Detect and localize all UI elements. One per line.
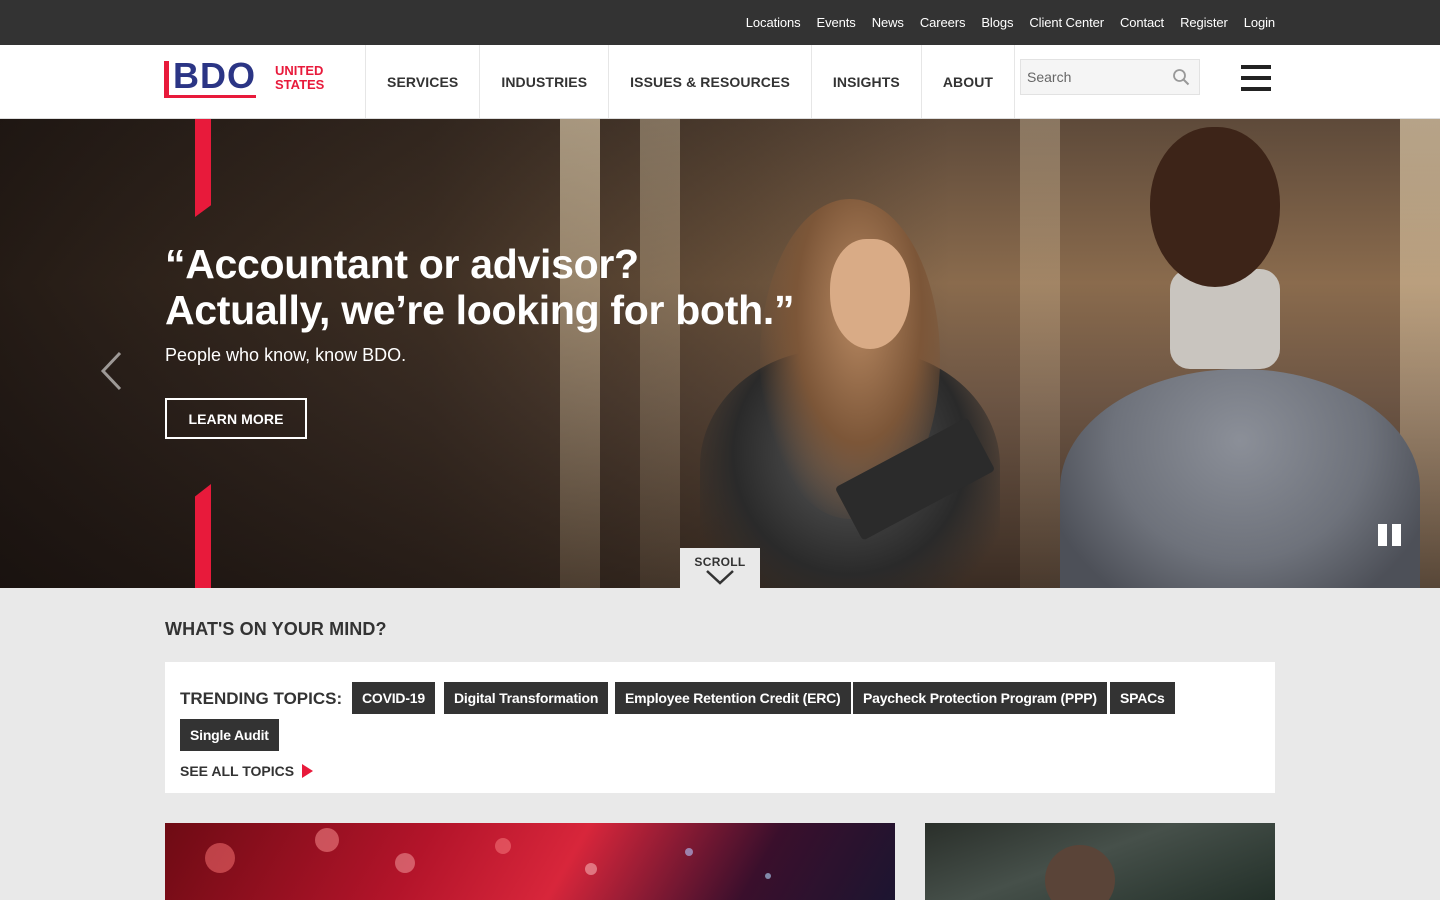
hero-photo-man-head — [1150, 127, 1280, 287]
utility-bar: Locations Events News Careers Blogs Clie… — [0, 0, 1440, 45]
main-header: BDO UNITED STATES SERVICES INDUSTRIES IS… — [0, 45, 1440, 119]
utility-link-events[interactable]: Events — [817, 15, 856, 30]
scroll-label: SCROLL — [694, 555, 746, 569]
utility-link-client-center[interactable]: Client Center — [1029, 15, 1104, 30]
main-nav: SERVICES INDUSTRIES ISSUES & RESOURCES I… — [365, 45, 1016, 118]
hero-accent-bottom — [195, 484, 211, 588]
utility-link-contact[interactable]: Contact — [1120, 15, 1164, 30]
scroll-button[interactable]: SCROLL — [680, 548, 760, 588]
search-box — [1020, 59, 1200, 95]
nav-item-issues-resources[interactable]: ISSUES & RESOURCES — [608, 45, 811, 118]
pause-icon[interactable] — [1378, 524, 1402, 546]
chevron-left-icon[interactable] — [98, 349, 124, 393]
nav-item-insights[interactable]: INSIGHTS — [810, 45, 921, 118]
bokeh-light — [685, 848, 693, 856]
topic-chip-single-audit[interactable]: Single Audit — [180, 719, 279, 751]
trending-label: TRENDING TOPICS: — [180, 689, 343, 708]
hamburger-icon[interactable] — [1241, 65, 1271, 91]
utility-link-careers[interactable]: Careers — [920, 15, 966, 30]
utility-link-login[interactable]: Login — [1244, 15, 1275, 30]
background-light — [560, 119, 600, 588]
search-input[interactable] — [1021, 60, 1161, 94]
search-icon[interactable] — [1172, 68, 1190, 86]
bokeh-light — [395, 853, 415, 873]
bokeh-light — [495, 838, 511, 854]
bokeh-light — [205, 843, 235, 873]
hero-accent-top — [195, 119, 211, 217]
see-all-topics-label: SEE ALL TOPICS — [180, 763, 295, 779]
bokeh-light — [585, 863, 597, 875]
hamburger-line — [1241, 87, 1271, 91]
nav-item-services[interactable]: SERVICES — [365, 45, 479, 118]
see-all-topics-link[interactable]: SEE ALL TOPICS — [180, 763, 314, 779]
hero-headline-line1: “Accountant or advisor? — [165, 241, 639, 287]
feature-card-image[interactable] — [165, 823, 895, 900]
pause-bar — [1378, 524, 1387, 546]
chevron-down-icon — [706, 570, 734, 585]
hero-headline: “Accountant or advisor? Actually, we’re … — [165, 241, 845, 333]
bokeh-light — [765, 873, 771, 879]
nav-item-about[interactable]: ABOUT — [920, 45, 1016, 118]
topic-chip-spacs[interactable]: SPACs — [1110, 682, 1175, 714]
utility-link-locations[interactable]: Locations — [746, 15, 801, 30]
background-light — [1020, 119, 1060, 588]
arrow-right-icon — [302, 764, 314, 778]
utility-nav: Locations Events News Careers Blogs Clie… — [746, 0, 1275, 45]
photo-person — [1045, 845, 1115, 900]
hamburger-line — [1241, 65, 1271, 69]
background-light — [640, 119, 680, 588]
logo-wordmark: BDO — [173, 55, 256, 96]
hamburger-line — [1241, 76, 1271, 80]
utility-link-news[interactable]: News — [872, 15, 904, 30]
hero-headline-line2: Actually, we’re looking for both.” — [165, 287, 795, 333]
logo-underline — [164, 95, 256, 98]
bdo-logo[interactable]: BDO UNITED STATES — [164, 55, 329, 99]
logo-country: UNITED STATES — [275, 63, 325, 92]
trending-topics-panel: TRENDING TOPICS: COVID-19 Digital Transf… — [165, 662, 1275, 793]
topic-chip-erc[interactable]: Employee Retention Credit (ERC) — [615, 682, 851, 714]
hero-subhead: People who know, know BDO. — [165, 345, 407, 365]
topic-chip-ppp[interactable]: Paycheck Protection Program (PPP) — [853, 682, 1107, 714]
hero-photo-man — [1060, 369, 1420, 588]
feature-card-photo[interactable] — [925, 823, 1275, 900]
learn-more-button[interactable]: LEARN MORE — [165, 398, 307, 439]
pause-bar — [1392, 524, 1401, 546]
hero-banner: “Accountant or advisor? Actually, we’re … — [0, 119, 1440, 588]
topic-chip-digital-transformation[interactable]: Digital Transformation — [444, 682, 609, 714]
bokeh-light — [315, 828, 339, 852]
logo-bar — [164, 61, 169, 97]
utility-link-blogs[interactable]: Blogs — [981, 15, 1013, 30]
nav-item-industries[interactable]: INDUSTRIES — [479, 45, 608, 118]
topic-chip-covid-19[interactable]: COVID-19 — [352, 682, 435, 714]
utility-link-register[interactable]: Register — [1180, 15, 1228, 30]
section-title: WHAT'S ON YOUR MIND? — [165, 619, 387, 639]
